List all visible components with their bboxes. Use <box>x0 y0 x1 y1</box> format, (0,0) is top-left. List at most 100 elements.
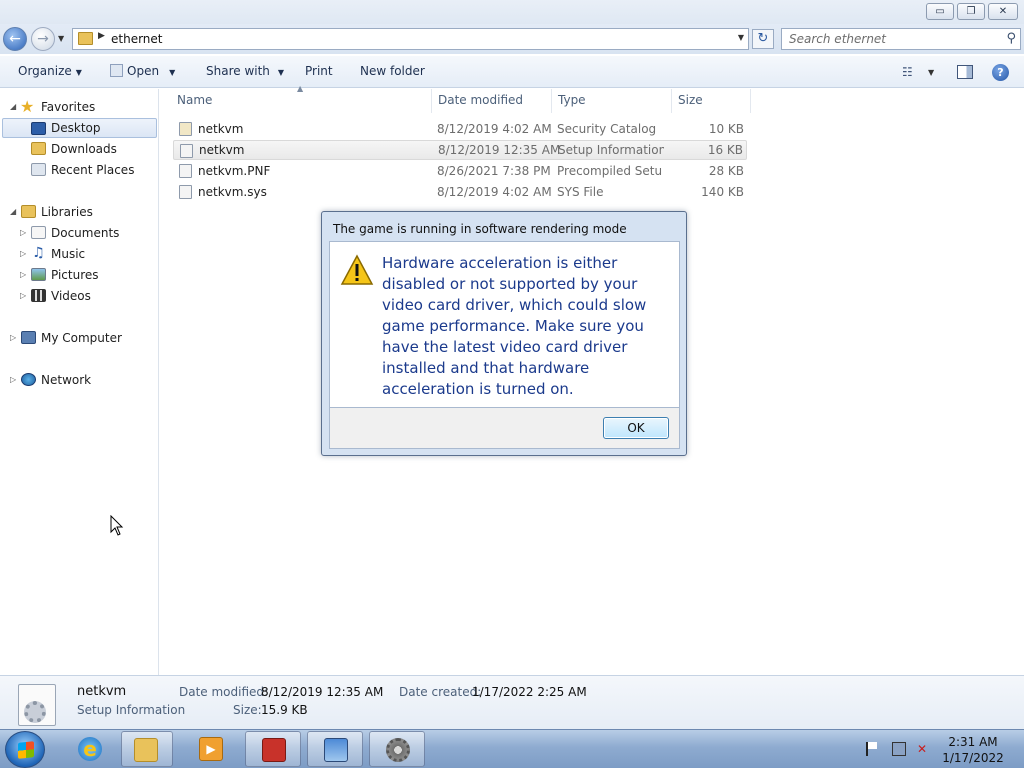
expand-icon[interactable]: ▷ <box>10 370 16 390</box>
network-status-icon[interactable] <box>892 742 906 756</box>
setup-information-icon <box>18 684 56 726</box>
recent-pages-dropdown[interactable]: ▼ <box>58 34 64 43</box>
file-type: Precompiled Setu... <box>557 164 663 178</box>
file-row[interactable]: netkvm.sys 8/12/2019 4:02 AM SYS File 14… <box>173 182 747 202</box>
dialog-title: The game is running in software renderin… <box>333 222 627 236</box>
warning-icon <box>340 254 374 285</box>
file-name: netkvm <box>199 143 245 157</box>
gear-icon <box>24 701 46 723</box>
details-file-name: netkvm <box>77 684 127 699</box>
nav-libraries[interactable]: ◢ Libraries <box>0 202 157 222</box>
nav-my-computer-label: My Computer <box>41 331 122 345</box>
nav-videos[interactable]: ▷ Videos <box>0 286 157 306</box>
back-button[interactable]: ← <box>3 27 27 51</box>
mouse-cursor-icon <box>110 515 124 536</box>
libraries-icon <box>21 205 36 218</box>
file-type: Setup Information <box>558 143 664 157</box>
file-date: 8/12/2019 4:02 AM <box>437 185 552 199</box>
refresh-button[interactable]: ↻ <box>752 29 774 49</box>
organize-button[interactable]: Organize ▼ <box>18 64 82 78</box>
minimize-button[interactable]: ▭ <box>926 3 954 20</box>
file-size: 16 KB <box>707 143 743 157</box>
taskbar-toolbox[interactable] <box>245 731 301 767</box>
file-size: 10 KB <box>708 122 744 136</box>
action-center-flag-icon[interactable] <box>866 742 877 756</box>
column-name-header[interactable]: Name <box>177 93 212 107</box>
view-options-dropdown-icon[interactable]: ▼ <box>928 68 934 77</box>
search-box[interactable]: ⚲ <box>781 28 1021 50</box>
game-settings-icon <box>386 738 410 762</box>
taskbar-control-panel[interactable] <box>307 731 363 767</box>
nav-favorites[interactable]: ◢ ★ Favorites <box>0 97 157 117</box>
column-divider[interactable] <box>551 89 552 113</box>
nav-recent-places[interactable]: Recent Places <box>0 160 157 180</box>
file-name: netkvm.PNF <box>198 164 271 178</box>
expand-icon[interactable]: ▷ <box>20 223 26 243</box>
column-date-header[interactable]: Date modified <box>438 93 523 107</box>
taskbar-file-explorer[interactable] <box>121 731 173 767</box>
column-divider[interactable] <box>671 89 672 113</box>
nav-network[interactable]: ▷ Network <box>0 370 157 390</box>
print-button[interactable]: Print <box>305 64 333 78</box>
open-icon <box>110 64 123 77</box>
breadcrumb-ethernet[interactable]: ethernet <box>111 32 163 46</box>
new-folder-button[interactable]: New folder <box>360 64 425 78</box>
close-button[interactable]: ✕ <box>988 3 1018 20</box>
preview-pane-icon[interactable] <box>957 65 973 79</box>
collapse-icon[interactable]: ◢ <box>10 97 16 117</box>
nav-music[interactable]: ▷ ♫ Music <box>0 244 157 264</box>
nav-libraries-label: Libraries <box>41 205 93 219</box>
file-row[interactable]: netkvm 8/12/2019 12:35 AM Setup Informat… <box>173 140 747 160</box>
toolbox-icon <box>262 738 286 762</box>
share-with-button[interactable]: Share with ▼ <box>206 64 284 78</box>
file-size: 140 KB <box>701 185 744 199</box>
downloads-folder-icon <box>31 142 46 155</box>
desktop-icon <box>31 122 46 135</box>
start-button[interactable] <box>5 731 45 768</box>
expand-icon[interactable]: ▷ <box>20 286 26 306</box>
expand-icon[interactable]: ▷ <box>20 265 26 285</box>
nav-documents[interactable]: ▷ Documents <box>0 223 157 243</box>
forward-button[interactable]: → <box>31 27 55 51</box>
pnf-file-icon <box>179 164 192 178</box>
change-view-icon[interactable]: ☷ <box>902 65 913 79</box>
nav-desktop-label: Desktop <box>51 121 101 135</box>
column-divider[interactable] <box>431 89 432 113</box>
details-date-created: 1/17/2022 2:25 AM <box>472 685 587 699</box>
nav-pictures-label: Pictures <box>51 268 99 282</box>
taskbar-internet-explorer[interactable]: e <box>62 731 118 767</box>
file-row[interactable]: netkvm.PNF 8/26/2021 7:38 PM Precompiled… <box>173 161 747 181</box>
file-size: 28 KB <box>708 164 744 178</box>
expand-icon[interactable]: ▷ <box>20 244 26 264</box>
file-row[interactable]: netkvm 8/12/2019 4:02 AM Security Catalo… <box>173 119 747 139</box>
column-type-header[interactable]: Type <box>558 93 586 107</box>
search-icon[interactable]: ⚲ <box>1006 31 1016 46</box>
column-size-header[interactable]: Size <box>678 93 703 107</box>
breadcrumb-arrow-icon[interactable]: ▶ <box>98 31 105 41</box>
system-clock[interactable]: 2:31 AM 1/17/2022 <box>940 734 1006 766</box>
navigation-pane: ◢ ★ Favorites Desktop Downloads Recent P… <box>0 89 159 675</box>
expand-icon[interactable]: ▷ <box>10 328 16 348</box>
open-button[interactable]: Open ▼ <box>110 64 175 78</box>
help-icon[interactable]: ? <box>992 64 1009 81</box>
nav-pictures[interactable]: ▷ Pictures <box>0 265 157 285</box>
nav-desktop[interactable]: Desktop <box>2 118 157 138</box>
documents-icon <box>31 226 46 239</box>
ok-button[interactable]: OK <box>603 417 669 439</box>
file-date: 8/12/2019 12:35 AM <box>438 143 561 157</box>
media-player-icon: ▶ <box>199 737 223 761</box>
collapse-icon[interactable]: ◢ <box>10 202 16 222</box>
taskbar-game-settings[interactable] <box>369 731 425 767</box>
nav-my-computer[interactable]: ▷ My Computer <box>0 328 157 348</box>
address-dropdown-icon[interactable]: ▼ <box>738 33 744 42</box>
chevron-down-icon: ▼ <box>169 68 176 77</box>
column-divider[interactable] <box>750 89 751 113</box>
nav-downloads[interactable]: Downloads <box>0 139 157 159</box>
nav-videos-label: Videos <box>51 289 91 303</box>
restore-button[interactable]: ❐ <box>957 3 985 20</box>
address-row: ← → ▼ ▶ ethernet ▼ ↻ ⚲ <box>0 24 1024 54</box>
taskbar-media-player[interactable]: ▶ <box>183 731 239 767</box>
volume-muted-icon[interactable]: ✕ <box>917 742 931 756</box>
address-bar[interactable]: ▶ ethernet ▼ <box>72 28 749 50</box>
search-input[interactable] <box>782 29 992 49</box>
